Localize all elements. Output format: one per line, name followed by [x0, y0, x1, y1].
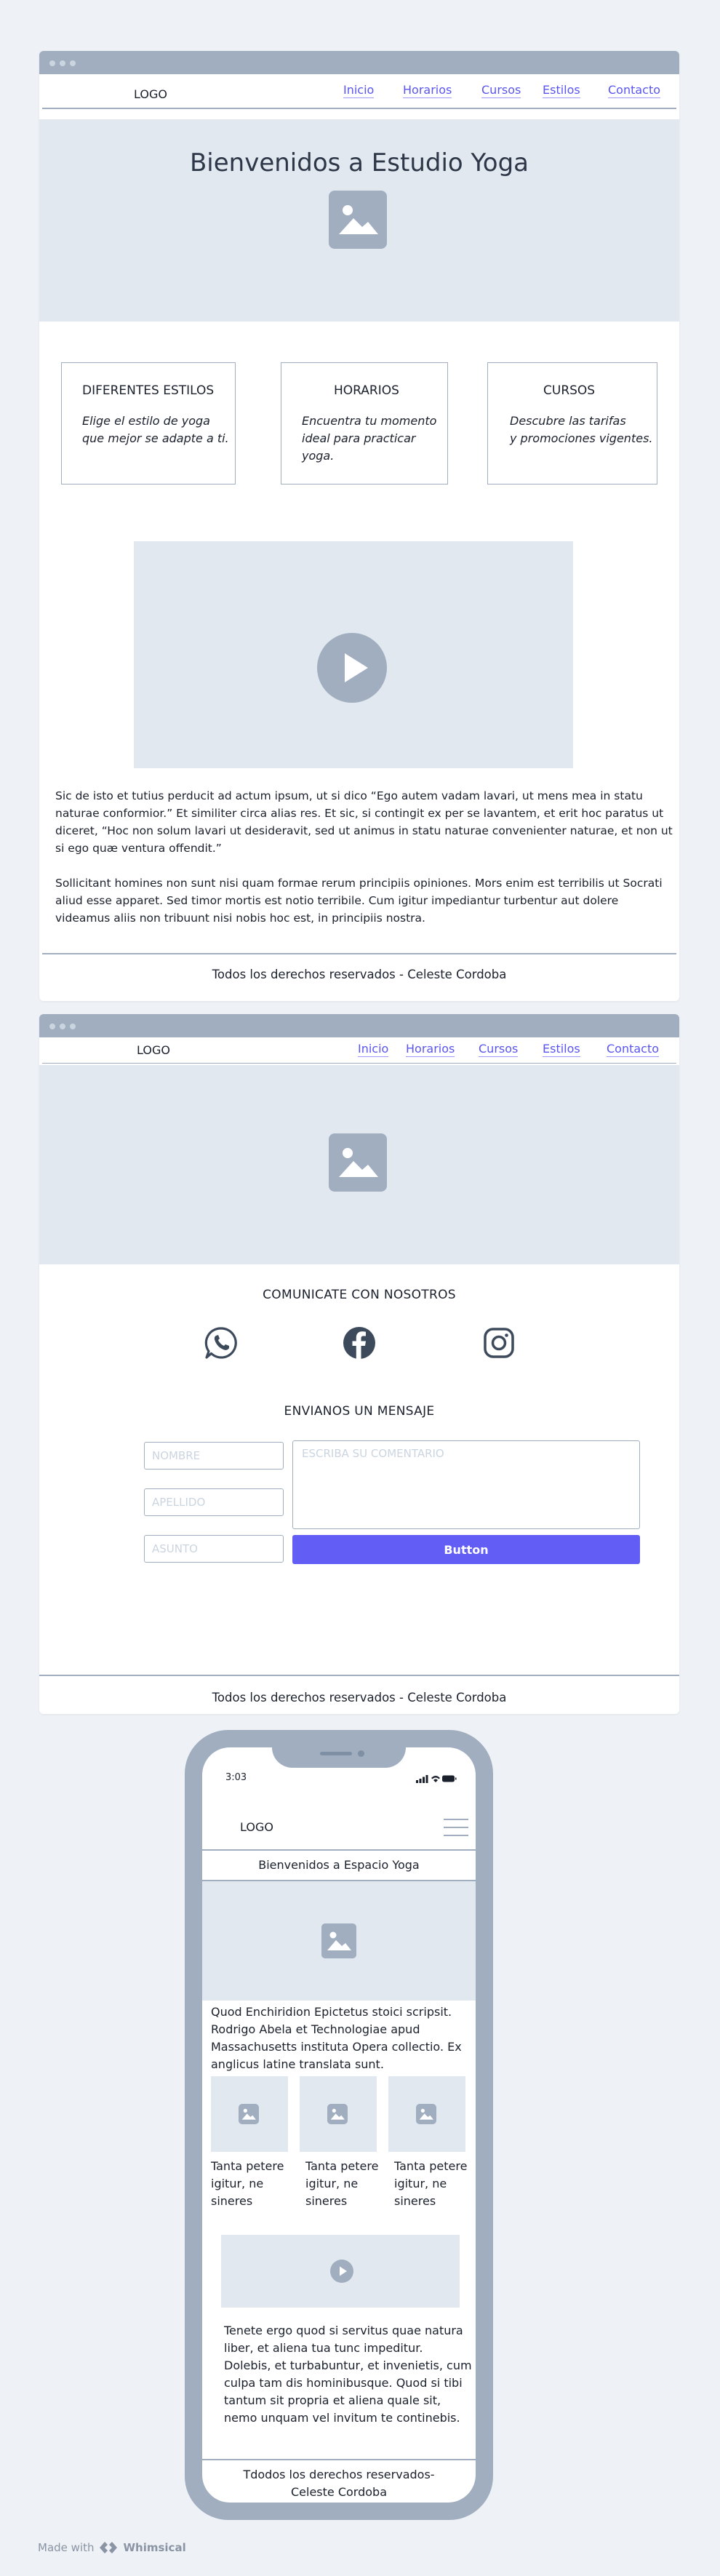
nav-divider: [42, 1063, 676, 1064]
image-placeholder-icon: [329, 1133, 387, 1192]
window-dot: [49, 1024, 55, 1029]
watermark-brand: Whimsical: [123, 2541, 186, 2554]
status-time: 3:03: [225, 1772, 247, 1783]
mobile-screen: 3:03 LOGO Bienvenidos a Espacio Yoga Quo…: [202, 1747, 476, 2503]
hero-image: [202, 1881, 476, 2001]
phone-notch: [272, 1747, 406, 1768]
name-input[interactable]: [144, 1442, 284, 1470]
play-icon[interactable]: [330, 2260, 353, 2283]
nav-link-cursos[interactable]: Cursos: [481, 83, 521, 98]
submit-button[interactable]: Button: [292, 1535, 640, 1564]
footer-text: Todos los derechos reservados - Celeste …: [212, 1691, 507, 1704]
speaker-grille: [320, 1752, 352, 1755]
contact-title: COMUNICATE CON NOSOTROS: [263, 1288, 456, 1302]
message-title: ENVIANOS UN MENSAJE: [284, 1404, 435, 1419]
mobile-logo: LOGO: [240, 1820, 273, 1834]
top-nav: LOGO Inicio Horarios Cursos Estilos Cont…: [39, 1037, 679, 1064]
window-dot: [70, 1024, 76, 1029]
header-divider: [202, 1849, 476, 1851]
nav-link-estilos[interactable]: Estilos: [543, 1042, 580, 1057]
item-caption: Tanta petere igitur, ne sineres: [211, 2159, 284, 2208]
front-camera: [358, 1750, 364, 1757]
card-description: Encuentra tu momento ideal para practica…: [302, 414, 437, 463]
nav-link-contacto[interactable]: Contacto: [607, 1042, 660, 1057]
facebook-icon[interactable]: [342, 1325, 377, 1360]
lastname-input[interactable]: [144, 1488, 284, 1516]
window-titlebar: [39, 51, 679, 74]
footer-text: Todos los derechos reservados - Celeste …: [212, 968, 507, 981]
item-caption: Tanta petere igitur, ne sineres: [394, 2159, 468, 2208]
image-placeholder-icon: [321, 1923, 356, 1958]
subject-input[interactable]: [144, 1535, 284, 1563]
desktop-frame-contact: LOGO Inicio Horarios Cursos Estilos Cont…: [39, 1014, 679, 1714]
body-text: Tenete ergo quod si servitus quae natura…: [224, 2324, 472, 2425]
item-caption: Tanta petere igitur, ne sineres: [305, 2159, 379, 2208]
window-dot: [70, 60, 76, 66]
hero-banner: Bienvenidos a Estudio Yoga: [39, 119, 679, 322]
logo: LOGO: [134, 87, 167, 101]
card-title: DIFERENTES ESTILOS: [82, 383, 215, 398]
hero-title: Bienvenidos a Estudio Yoga: [189, 148, 529, 178]
mobile-title: Bienvenidos a Espacio Yoga: [258, 1858, 420, 1872]
window-dot: [49, 60, 55, 66]
nav-link-contacto[interactable]: Contacto: [608, 83, 661, 98]
image-placeholder-icon: [329, 191, 387, 249]
card-horarios[interactable]: HORARIOS Encuentra tu momento ideal para…: [281, 362, 448, 485]
mobile-device-frame: 3:03 LOGO Bienvenidos a Espacio Yoga Quo…: [185, 1730, 493, 2520]
image-placeholder-icon: [416, 2104, 436, 2124]
hamburger-menu-icon[interactable]: [444, 1817, 468, 1838]
whimsical-watermark[interactable]: Made with Whimsical: [38, 2539, 186, 2556]
nav-link-horarios[interactable]: Horarios: [403, 83, 452, 98]
whimsical-logo-icon: [98, 2540, 119, 2555]
item-image: [388, 2076, 465, 2152]
video-player[interactable]: [134, 541, 573, 768]
nav-link-horarios[interactable]: Horarios: [406, 1042, 455, 1057]
card-description: Descubre las tarifas y promociones vigen…: [510, 414, 653, 445]
intro-text: Quod Enchiridion Epictetus stoici scrips…: [211, 2005, 462, 2071]
card-cursos[interactable]: CURSOS Descubre las tarifas y promocione…: [487, 362, 657, 485]
footer-divider: [39, 1675, 679, 1676]
body-paragraph: Sic de isto et tutius perducit ad actum …: [55, 789, 673, 855]
status-icons: [416, 1772, 457, 1783]
window-titlebar: [39, 1014, 679, 1037]
nav-divider: [42, 108, 676, 109]
comment-textarea[interactable]: [292, 1440, 640, 1529]
watermark-prefix: Made with: [38, 2541, 95, 2554]
image-placeholder-icon: [327, 2104, 348, 2124]
nav-link-inicio[interactable]: Inicio: [358, 1042, 389, 1057]
nav-link-estilos[interactable]: Estilos: [543, 83, 580, 98]
mobile-footer: Tdodos los derechos reservados- Celeste …: [243, 2468, 435, 2499]
nav-link-cursos[interactable]: Cursos: [479, 1042, 519, 1057]
play-icon[interactable]: [317, 633, 387, 703]
desktop-frame-home: LOGO Inicio Horarios Cursos Estilos Cont…: [39, 51, 679, 1001]
instagram-icon[interactable]: [483, 1327, 515, 1359]
top-nav: LOGO Inicio Horarios Cursos Estilos Cont…: [39, 74, 679, 109]
mobile-video-player[interactable]: [221, 2235, 460, 2308]
card-estilos[interactable]: DIFERENTES ESTILOS Elige el estilo de yo…: [61, 362, 236, 485]
window-dot: [60, 60, 65, 66]
body-paragraph: Sollicitant homines non sunt nisi quam f…: [55, 877, 663, 925]
item-image: [211, 2076, 288, 2152]
card-title: HORARIOS: [334, 383, 399, 398]
hero-banner: [39, 1065, 679, 1264]
image-placeholder-icon: [239, 2104, 259, 2124]
nav-link-inicio[interactable]: Inicio: [343, 83, 375, 98]
card-title: CURSOS: [543, 383, 596, 398]
footer-divider: [202, 2459, 476, 2460]
logo: LOGO: [137, 1043, 170, 1057]
card-description: Elige el estilo de yoga que mejor se ada…: [82, 414, 229, 445]
whatsapp-icon[interactable]: [204, 1325, 239, 1360]
footer-divider: [42, 953, 676, 954]
window-dot: [60, 1024, 65, 1029]
item-image: [300, 2076, 377, 2152]
